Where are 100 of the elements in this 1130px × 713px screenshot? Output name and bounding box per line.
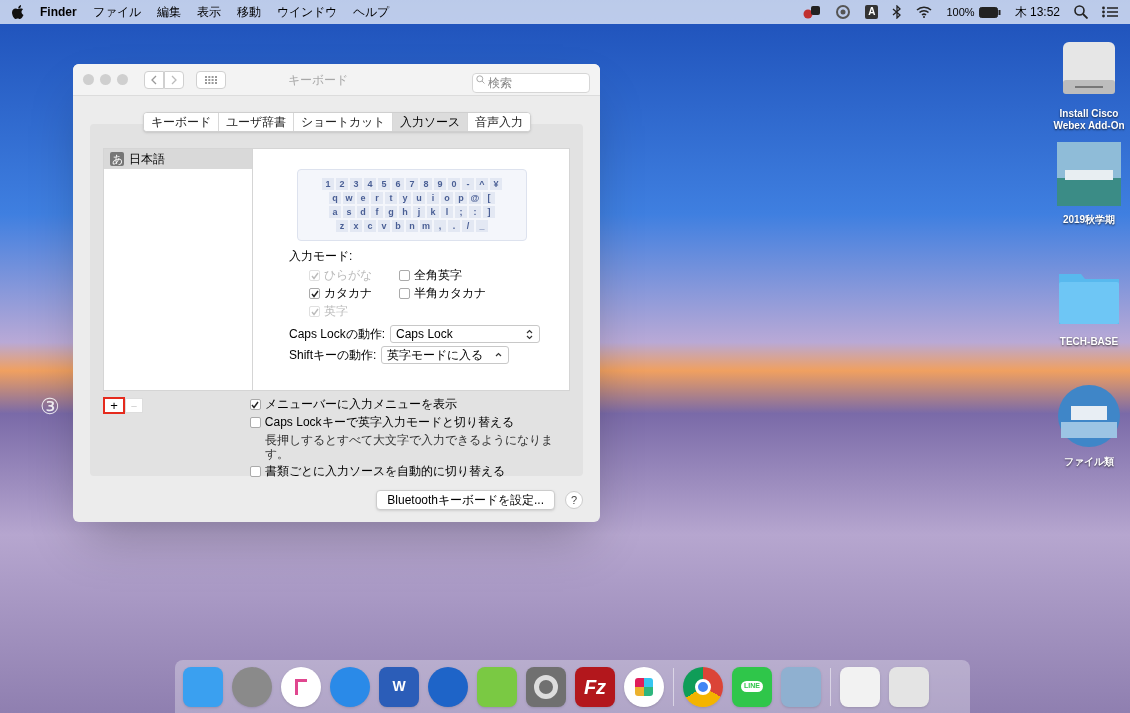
checkbox[interactable]: 半角カタカナ (399, 286, 509, 301)
checkbox[interactable]: カタカナ (309, 286, 399, 301)
popup-label: Shiftキーの動作: (289, 347, 377, 363)
step-number: ③ (40, 393, 60, 421)
battery-icon[interactable] (978, 6, 1001, 18)
ftp-app-icon[interactable]: Fz (575, 666, 615, 707)
keyboard-key: y (399, 192, 411, 204)
keyboard-key: p (455, 192, 467, 204)
keyboard-key: 4 (364, 178, 376, 190)
hint-text: 長押しするとすべて大文字で入力できるようになります。 (264, 433, 554, 461)
menu-icon[interactable] (1102, 6, 1118, 18)
tab[interactable]: 入力ソース (391, 113, 467, 131)
tab[interactable]: ユーザ辞書 (217, 113, 293, 131)
keyboard-key: 6 (392, 178, 404, 190)
menu-item[interactable]: 編集 (156, 3, 181, 21)
keyboard-key: / (462, 220, 474, 232)
keyboard-key: m (420, 220, 432, 232)
checkbox[interactable]: メニューバーに入力メニューを表示 (249, 397, 570, 412)
bluetooth-setup-button[interactable]: Bluetoothキーボードを設定... (376, 490, 555, 510)
photo-thumbnail[interactable] (1057, 384, 1121, 448)
popup-button[interactable]: 英字モードに入る (381, 346, 510, 364)
show-all-button[interactable] (196, 70, 226, 89)
bluetooth-icon[interactable] (892, 5, 903, 19)
menu-item[interactable]: 表示 (196, 3, 221, 21)
forward-icon (171, 74, 177, 85)
desktop-icon-label[interactable]: Install Cisco Webex Add-On (1050, 108, 1128, 132)
tab[interactable]: ショートカット (292, 113, 392, 131)
keyboard-key: n (406, 220, 418, 232)
keyboard-key: r (371, 192, 383, 204)
keyboard-key: a (329, 206, 341, 218)
keyboard-key: d (357, 206, 369, 218)
keyboard-key: ^ (476, 178, 488, 190)
keyboard-key: c (364, 220, 376, 232)
keyboard-key: s (343, 206, 355, 218)
chevron-icon (525, 328, 535, 340)
search-icon (476, 74, 485, 84)
input-menu[interactable]: A (865, 5, 879, 19)
app-menu[interactable]: Finder (40, 3, 77, 21)
menu-item[interactable]: ウインドウ (276, 3, 337, 21)
keyboard-key: 9 (434, 178, 446, 190)
grid-icon (205, 75, 217, 84)
keyboard-key: 5 (378, 178, 390, 190)
popup-label: Caps Lockの動作: (289, 326, 386, 342)
keyboard-key: i (427, 192, 439, 204)
keyboard-key: t (385, 192, 397, 204)
language-badge: あ (110, 152, 124, 166)
desktop-icon-label[interactable]: 2019秋学期 (1050, 214, 1128, 226)
add-button[interactable]: + (103, 397, 125, 414)
tab[interactable]: 音声入力 (466, 113, 530, 131)
menu-clock[interactable]: 木 13:52 (1014, 3, 1060, 21)
keyboard-key: 1 (322, 178, 334, 190)
checkbox[interactable]: 全角英字 (399, 268, 509, 283)
keyboard-key: - (462, 178, 474, 190)
keyboard-key: _ (476, 220, 488, 232)
tab[interactable]: キーボード (143, 113, 218, 131)
wifi-icon[interactable] (916, 6, 933, 18)
search-field[interactable]: 検索 (472, 72, 590, 93)
input-mode-label: 入力モード: (289, 249, 353, 264)
keyboard-key: : (469, 206, 481, 218)
keyboard-key: e (357, 192, 369, 204)
menu-item[interactable]: 移動 (236, 3, 261, 21)
menu-item[interactable]: ヘルプ (352, 3, 389, 21)
keyboard-key: w (343, 192, 355, 204)
menu-item[interactable]: ファイル (92, 3, 141, 21)
popup-button[interactable]: Caps Lock (390, 325, 541, 343)
keyboard-key: o (441, 192, 453, 204)
keyboard-key: v (378, 220, 390, 232)
keyboard-key: z (336, 220, 348, 232)
keyboard-key: 8 (420, 178, 432, 190)
keyboard-key: ; (455, 206, 467, 218)
document-app-icon[interactable]: W (379, 666, 419, 707)
checkbox[interactable]: 書類ごとに入力ソースを自動的に切り替える (249, 464, 570, 479)
keyboard-key: l (441, 206, 453, 218)
keyboard-key: j (413, 206, 425, 218)
status-icon[interactable] (803, 5, 822, 19)
keyboard-key: ] (483, 206, 495, 218)
keyboard-key: 7 (406, 178, 418, 190)
photo-thumbnail[interactable] (1057, 142, 1121, 206)
keyboard-key: k (427, 206, 439, 218)
keyboard-key: q (329, 192, 341, 204)
search-icon[interactable] (1074, 5, 1088, 19)
back-icon (151, 74, 157, 85)
battery-percent: 100% (946, 4, 975, 20)
keyboard-key: g (385, 206, 397, 218)
sync-icon[interactable] (835, 5, 852, 19)
keyboard-key: x (350, 220, 362, 232)
keyboard-key: 3 (350, 178, 362, 190)
keyboard-key: . (448, 220, 460, 232)
language-label: 日本語 (129, 151, 165, 168)
help-button[interactable]: ? (565, 491, 583, 509)
keyboard-key: b (392, 220, 404, 232)
checkbox[interactable]: Caps Lockキーで英字入力モードと切り替える (249, 415, 570, 430)
keyboard-key: @ (469, 192, 481, 204)
source-row[interactable]: あ 日本語 (104, 149, 252, 169)
checkmark-icon (251, 400, 260, 409)
apple-menu-icon[interactable] (12, 5, 24, 19)
back-button[interactable] (144, 70, 164, 89)
keyboard-key: 0 (448, 178, 460, 190)
keyboard-key: , (434, 220, 446, 232)
keyboard-key: ¥ (490, 178, 502, 190)
